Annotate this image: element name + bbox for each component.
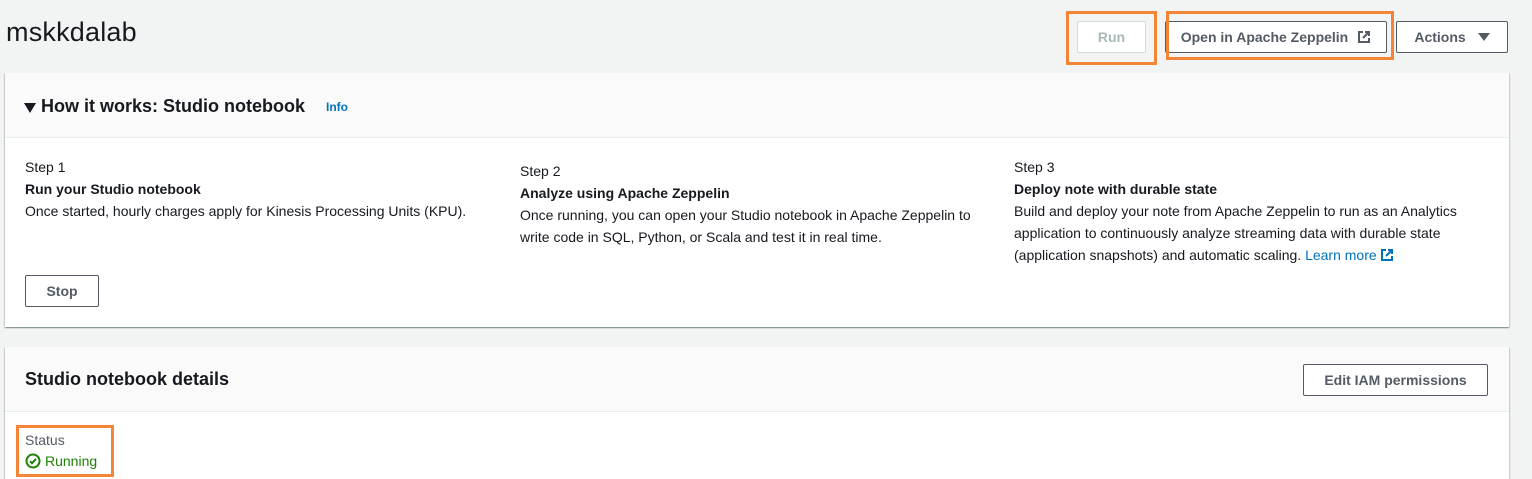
- app-root: mskkdalab Run Open in Apache Zeppelin Ac…: [0, 0, 1532, 479]
- page-title: mskkdalab: [6, 17, 137, 47]
- edit-iam-label: Edit IAM permissions: [1324, 372, 1467, 388]
- check-circle-icon: [25, 453, 41, 469]
- external-link-icon: [1380, 246, 1394, 268]
- step-2-number: Step 2: [520, 163, 561, 179]
- step-1: Step 1 Run your Studio notebook Once sta…: [25, 156, 495, 222]
- edit-iam-permissions-button[interactable]: Edit IAM permissions: [1303, 364, 1488, 396]
- status-running-text: Running: [45, 453, 98, 469]
- learn-more-link[interactable]: Learn more: [1305, 247, 1394, 263]
- step-1-description: Once started, hourly charges apply for K…: [25, 203, 467, 219]
- notebook-details-title: Studio notebook details: [25, 369, 230, 389]
- caret-down-icon: [1477, 33, 1490, 41]
- step-2: Step 2 Analyze using Apache Zeppelin Onc…: [520, 160, 995, 248]
- actions-label: Actions: [1414, 29, 1466, 45]
- info-link[interactable]: Info: [326, 100, 348, 114]
- how-it-works-title[interactable]: How it works: Studio notebook: [41, 96, 305, 117]
- learn-more-label: Learn more: [1305, 247, 1377, 263]
- stop-button[interactable]: Stop: [25, 275, 99, 307]
- notebook-details-header: [5, 347, 1509, 412]
- step-3-title: Deploy note with durable state: [1014, 181, 1218, 197]
- status-value: Running: [25, 453, 97, 469]
- expand-caret-icon[interactable]: [24, 100, 36, 118]
- run-button-label: Run: [1097, 29, 1126, 45]
- open-in-apache-zeppelin-button[interactable]: Open in Apache Zeppelin: [1165, 21, 1387, 53]
- stop-button-label: Stop: [46, 283, 78, 299]
- step-3: Step 3 Deploy note with durable state Bu…: [1014, 156, 1459, 268]
- open-zeppelin-label: Open in Apache Zeppelin: [1180, 29, 1349, 45]
- notebook-details-panel: [5, 347, 1509, 479]
- run-button[interactable]: Run: [1077, 21, 1146, 53]
- external-link-icon: [1357, 30, 1371, 44]
- step-3-number: Step 3: [1014, 159, 1055, 175]
- step-3-description-wrap: Build and deploy your note from Apache Z…: [1014, 200, 1459, 268]
- step-2-description: Once running, you can open your Studio n…: [520, 207, 971, 245]
- step-2-title: Analyze using Apache Zeppelin: [520, 185, 730, 201]
- actions-dropdown-button[interactable]: Actions: [1396, 21, 1508, 53]
- step-1-title: Run your Studio notebook: [25, 181, 201, 197]
- status-label: Status: [25, 432, 65, 448]
- step-1-number: Step 1: [25, 159, 66, 175]
